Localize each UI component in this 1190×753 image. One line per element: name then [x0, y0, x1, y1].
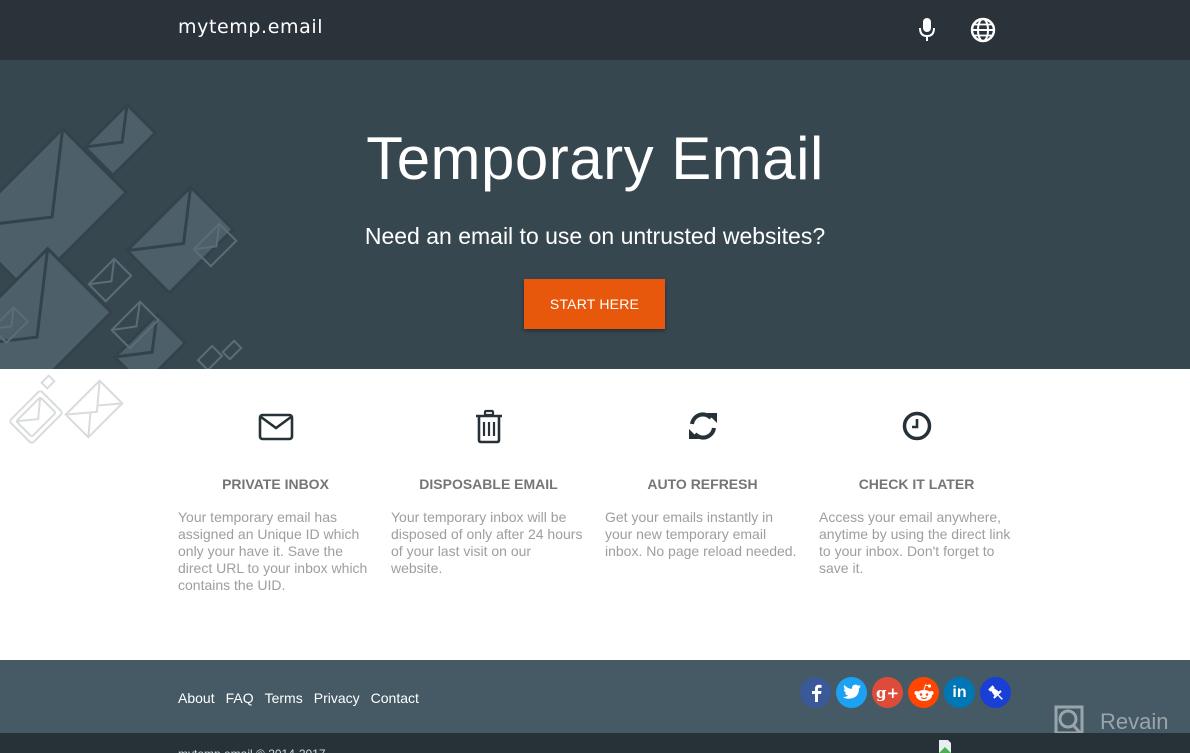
- feature-description: Access your email anywhere, anytime by u…: [819, 509, 1011, 576]
- feature-title: AUTO REFRESH: [647, 476, 758, 492]
- feature-title: DISPOSABLE EMAIL: [419, 476, 558, 492]
- copyright-bar: mytemp.email © 2014-2017: [0, 733, 1190, 753]
- twitter-icon[interactable]: [836, 677, 867, 708]
- pin-icon[interactable]: [980, 677, 1011, 708]
- feature-title: CHECK IT LATER: [858, 476, 975, 492]
- footer: About FAQ Terms Privacy Contact g+ in Re…: [0, 660, 1190, 739]
- site-logo[interactable]: mytemp.email: [178, 16, 323, 38]
- feature-description: Your temporary email has assigned an Uni…: [178, 509, 368, 593]
- envelope-icon: [178, 409, 373, 445]
- reddit-icon[interactable]: [908, 677, 939, 708]
- footer-link-terms[interactable]: Terms: [265, 690, 303, 706]
- start-here-button[interactable]: START HERE: [524, 279, 665, 329]
- refresh-icon: [605, 409, 800, 445]
- broken-image-icon: [939, 740, 951, 753]
- hero-subtitle: Need an email to use on untrusted websit…: [364, 223, 826, 249]
- feature-title: PRIVATE INBOX: [222, 476, 329, 492]
- trash-icon: [391, 409, 586, 445]
- footer-link-about[interactable]: About: [178, 690, 215, 706]
- features-section: PRIVATE INBOX Your temporary email has a…: [0, 369, 1190, 660]
- envelope-decoration: [9, 374, 124, 444]
- linkedin-icon[interactable]: in: [944, 677, 975, 708]
- feature-description: Get your emails instantly in your new te…: [605, 509, 797, 559]
- top-navbar: mytemp.email: [0, 0, 1190, 60]
- footer-link-faq[interactable]: FAQ: [226, 690, 254, 706]
- revain-text: Revain: [1100, 709, 1169, 734]
- footer-link-contact[interactable]: Contact: [371, 690, 419, 706]
- copyright-text: mytemp.email © 2014-2017: [178, 747, 326, 753]
- envelope-pattern-decoration: [0, 102, 243, 369]
- globe-icon[interactable]: [970, 16, 996, 44]
- hero-section: Temporary Email Need an email to use on …: [0, 60, 1190, 369]
- google-plus-icon[interactable]: g+: [872, 677, 903, 708]
- hero-title: Temporary Email: [366, 125, 824, 192]
- footer-link-privacy[interactable]: Privacy: [314, 690, 360, 706]
- clock-icon: [819, 409, 1014, 445]
- feature-description: Your temporary inbox will be disposed of…: [391, 509, 583, 576]
- social-share-buttons: g+ in: [800, 677, 1011, 708]
- footer-links: About FAQ Terms Privacy Contact: [178, 690, 430, 706]
- facebook-icon[interactable]: [800, 677, 831, 708]
- microphone-icon[interactable]: [914, 16, 940, 44]
